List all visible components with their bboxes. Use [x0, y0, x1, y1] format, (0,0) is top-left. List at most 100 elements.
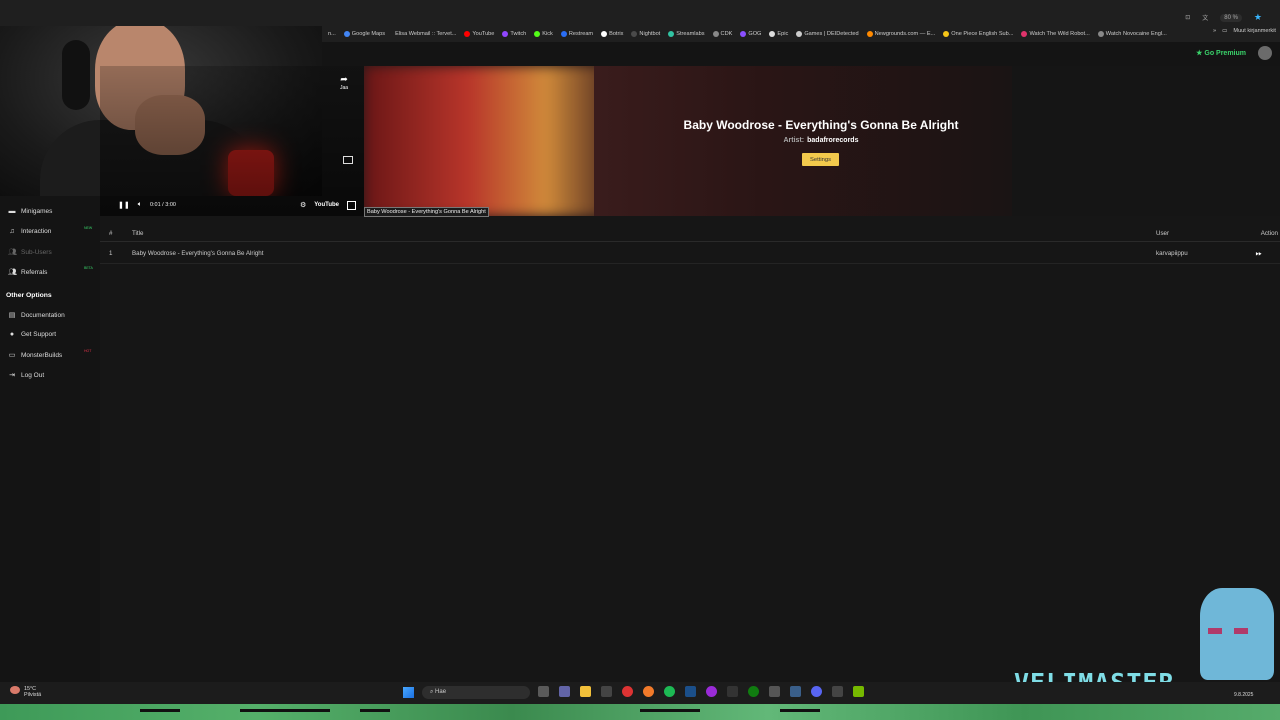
chevron-right-icon[interactable]: »	[1213, 28, 1216, 34]
miniplayer-icon[interactable]	[343, 156, 353, 164]
bookmark-favicon-icon	[464, 31, 471, 37]
bookmark-item[interactable]: Restream	[557, 31, 597, 37]
windows-start-icon[interactable]	[403, 687, 414, 698]
settings-gear-icon[interactable]: ⚙	[300, 201, 306, 209]
youtube-logo[interactable]: YouTube	[314, 202, 339, 208]
other-bookmarks[interactable]: Muut kirjanmerkit	[1233, 28, 1276, 34]
bookmark-item[interactable]: Newgrounds.com — E...	[863, 31, 940, 37]
monitor-icon: ▭	[8, 352, 16, 359]
avatar[interactable]	[1258, 46, 1272, 60]
page-header	[322, 42, 1280, 66]
pixel-strip-mark	[360, 709, 390, 712]
go-premium-link[interactable]: ★ Go Premium	[1196, 49, 1246, 57]
file-explorer-icon[interactable]	[580, 686, 591, 697]
weather-icon[interactable]	[10, 686, 20, 694]
xbox-icon[interactable]	[748, 686, 759, 697]
weather-desc: Pilvistä	[24, 692, 42, 698]
pixel-strip-mark	[240, 709, 330, 712]
bookmark-favicon-icon	[1021, 31, 1028, 37]
sidebar-item-monsterbuilds[interactable]: ▭ MonsterBuilds	[8, 351, 63, 360]
spotify-icon[interactable]	[664, 686, 675, 697]
search-placeholder: Hae	[435, 689, 447, 695]
bookmark-favicon-icon	[740, 31, 747, 37]
translate-icon[interactable]: 文	[1202, 13, 1208, 22]
chrome-icon[interactable]	[622, 686, 633, 697]
bookmark-label: Epic	[777, 31, 789, 37]
bookmark-item[interactable]: YouTube	[460, 31, 498, 37]
teams-icon[interactable]	[559, 686, 570, 697]
artist-label: Artist:	[783, 137, 805, 144]
row-num: 1	[109, 250, 113, 257]
sidebar-item-label: Referrals	[21, 268, 48, 276]
song-title: Baby Woodrose - Everything's Gonna Be Al…	[683, 118, 959, 132]
sidebar-item-log-out[interactable]: ⇥ Log Out	[8, 371, 44, 380]
weather-widget[interactable]: 15°C Pilvistä	[24, 686, 41, 698]
store-icon[interactable]	[601, 686, 612, 697]
discord-icon[interactable]	[811, 686, 822, 697]
bookmark-item[interactable]: Streamlabs	[664, 31, 708, 37]
bookmark-item[interactable]: Elisa Webmail :: Tervet...	[389, 31, 460, 37]
bookmark-label: Watch Novocaine Engl...	[1105, 31, 1167, 37]
bookmark-item[interactable]: One Piece English Sub...	[939, 31, 1017, 37]
bookmark-item[interactable]: n...	[322, 31, 340, 37]
bookmark-label: Restream	[568, 31, 594, 37]
logout-icon: ⇥	[9, 372, 15, 379]
bookmark-favicon-icon	[712, 31, 719, 37]
beta-badge: BETA	[84, 266, 93, 270]
firefox-icon[interactable]	[643, 686, 654, 697]
bookmark-item[interactable]: Nightbot	[627, 31, 664, 37]
bookmark-item[interactable]: Kick	[530, 31, 557, 37]
settings-button[interactable]: Settings	[802, 153, 839, 166]
app-icon[interactable]	[832, 686, 843, 697]
sidebar-item-interaction[interactable]: ♫ Interaction	[8, 228, 51, 235]
share-label: Jaa	[340, 85, 349, 91]
skip-forward-icon[interactable]: ⏩︎	[1256, 249, 1262, 259]
bookmark-favicon-icon	[1097, 31, 1104, 37]
task-view-icon[interactable]	[538, 686, 549, 697]
browser-toolbar-right: ⊡ 文 80 % ★	[1185, 12, 1262, 23]
cast-icon[interactable]: ⊡	[1185, 14, 1190, 21]
bookmark-favicon-icon	[769, 31, 776, 37]
nvidia-icon[interactable]	[853, 686, 864, 697]
sidebar-item-label: Documentation	[21, 311, 65, 319]
bookmark-item[interactable]: Watch The Wild Robot...	[1017, 31, 1093, 37]
bookmark-item[interactable]: Watch Novocaine Engl...	[1094, 31, 1171, 37]
table-row[interactable]: 1 Baby Woodrose - Everything's Gonna Be …	[100, 242, 1280, 264]
video-player[interactable]	[100, 66, 364, 216]
bookmark-item[interactable]: Google Maps	[340, 31, 389, 37]
bookmark-favicon-icon	[796, 31, 803, 37]
bookmark-label: Newgrounds.com — E...	[874, 31, 936, 37]
bookmark-item[interactable]: Botrix	[597, 31, 627, 37]
sidebar-item-minigames[interactable]: ▬ Minigames	[8, 208, 53, 215]
mascot-eye	[1208, 628, 1222, 634]
zoom-indicator[interactable]: 80 %	[1220, 13, 1242, 22]
sidebar-item-get-support[interactable]: ● Get Support	[8, 331, 56, 338]
sidebar-item-documentation[interactable]: ▤ Documentation	[8, 311, 65, 320]
calculator-icon[interactable]	[727, 686, 738, 697]
sidebar-item-sub-users[interactable]: 👥︎ Sub-Users	[8, 248, 52, 257]
bookmark-item[interactable]: Twitch	[498, 31, 530, 37]
bookmark-item[interactable]: Games | DEIDetected	[792, 31, 862, 37]
mascot-eye	[1234, 628, 1248, 634]
settings-icon[interactable]	[769, 686, 780, 697]
bookmarks-right: » ▭ Muut kirjanmerkit	[1213, 28, 1276, 34]
pixel-strip-mark	[140, 709, 180, 712]
steam-icon[interactable]	[685, 686, 696, 697]
obs-icon[interactable]	[706, 686, 717, 697]
taskbar-search[interactable]: ⌕ Hae	[422, 686, 530, 699]
pause-icon[interactable]: ❚❚	[118, 201, 130, 209]
pixel-strip	[0, 704, 1280, 720]
artist-line: Artist: badafrorecords	[364, 137, 1278, 144]
sidebar-item-referrals[interactable]: 👥︎ Referrals	[8, 268, 48, 277]
share-button[interactable]: ➦ Jaa	[340, 74, 348, 91]
bookmark-star-icon[interactable]: ★	[1254, 12, 1262, 23]
fullscreen-icon[interactable]	[347, 200, 356, 210]
bookmark-label: Watch The Wild Robot...	[1029, 31, 1090, 37]
bookmark-item[interactable]: Epic	[765, 31, 792, 37]
bookmark-item[interactable]: GOG	[736, 31, 765, 37]
network-app-icon[interactable]	[790, 686, 801, 697]
volume-icon[interactable]: 🔈︎	[138, 201, 142, 209]
bookmark-item[interactable]: CDK	[709, 31, 737, 37]
col-action: Action	[1260, 230, 1278, 237]
help-icon: ●	[9, 331, 15, 338]
